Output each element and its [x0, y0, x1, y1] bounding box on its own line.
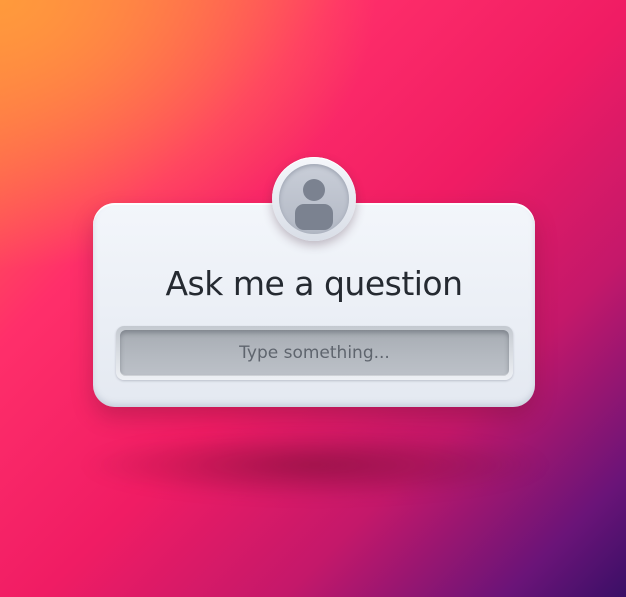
avatar — [272, 157, 356, 241]
user-silhouette-icon — [295, 179, 333, 230]
avatar-frame — [279, 164, 349, 234]
question-input-frame — [116, 326, 513, 380]
question-title: Ask me a question — [165, 264, 463, 303]
card-shadow — [80, 430, 550, 500]
question-input[interactable] — [120, 330, 509, 376]
